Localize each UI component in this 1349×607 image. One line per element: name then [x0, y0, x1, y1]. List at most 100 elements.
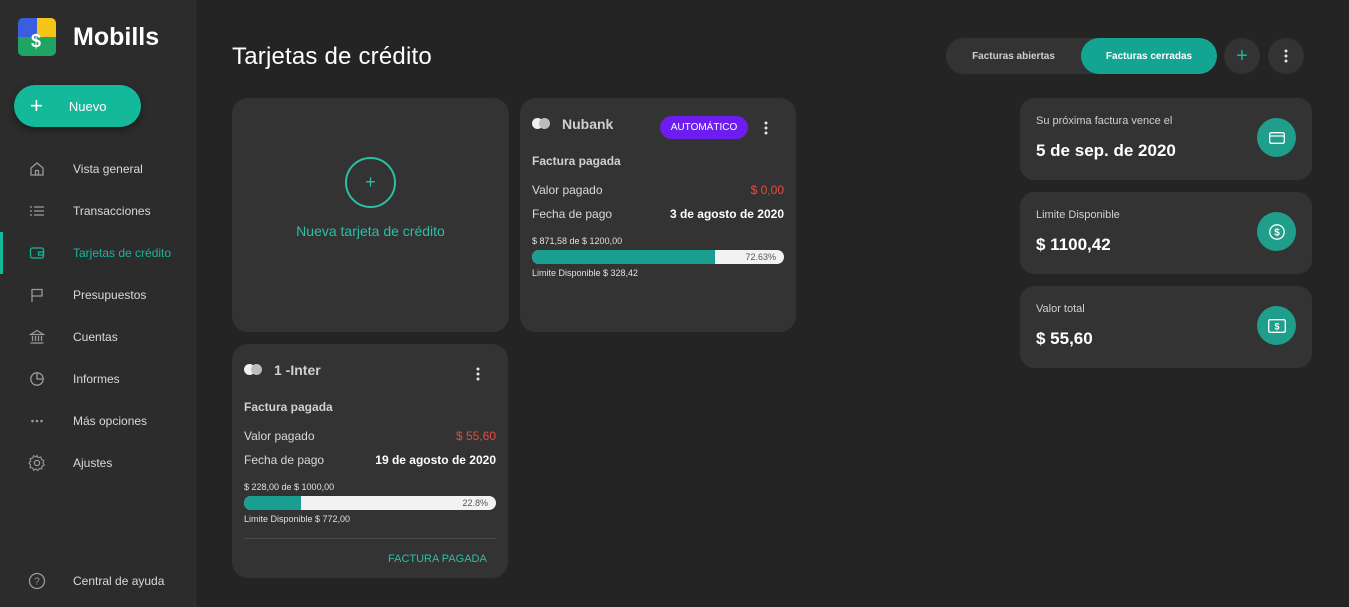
tab-facturas-cerradas[interactable]: Facturas cerradas	[1081, 38, 1217, 74]
gear-icon	[28, 454, 46, 472]
sidebar-item-central-de-ayuda[interactable]: ? Central de ayuda	[0, 560, 196, 602]
usage-progress-bar: 22.8%	[244, 496, 496, 510]
sidebar-item-label: Cuentas	[73, 330, 118, 344]
svg-text:?: ?	[34, 577, 40, 588]
sidebar-item-presupuestos[interactable]: Presupuestos	[0, 274, 196, 316]
sidebar-item-transacciones[interactable]: Transacciones	[0, 190, 196, 232]
mastercard-icon	[244, 364, 262, 376]
home-icon	[28, 160, 46, 178]
card-menu-button[interactable]	[756, 118, 776, 138]
sidebar-item-label: Transacciones	[73, 204, 151, 218]
card-name: Nubank	[562, 116, 614, 132]
more-vertical-icon	[476, 367, 480, 381]
credit-card-nubank[interactable]: Nubank AUTOMÁTICO Factura pagada Valor p…	[520, 98, 796, 332]
tile-label: Limite Disponible	[1036, 209, 1120, 221]
pie-chart-icon	[28, 370, 46, 388]
tab-facturas-abiertas[interactable]: Facturas abiertas	[946, 38, 1081, 74]
available-limit-tile: Limite Disponible $ 1100,42 $	[1020, 192, 1312, 274]
sidebar-item-label: Más opciones	[73, 414, 148, 428]
sidebar-item-informes[interactable]: Informes	[0, 358, 196, 400]
new-button[interactable]: + Nuevo	[14, 85, 141, 127]
tile-value: 5 de sep. de 2020	[1036, 141, 1176, 160]
sidebar-item-label: Central de ayuda	[73, 574, 165, 588]
sidebar-item-tarjetas-de-credito[interactable]: Tarjetas de crédito	[0, 232, 196, 274]
plus-icon: +	[1236, 44, 1248, 67]
coin-icon: $	[1257, 212, 1296, 251]
sidebar-item-ajustes[interactable]: Ajustes	[0, 442, 196, 484]
paid-value: $ 55,60	[455, 429, 496, 443]
new-button-label: Nuevo	[68, 98, 107, 114]
payment-date-value: 3 de agosto de 2020	[669, 207, 784, 221]
sidebar-item-cuentas[interactable]: Cuentas	[0, 316, 196, 358]
card-menu-button[interactable]	[468, 364, 488, 384]
payment-date-row: Fecha de pago 3 de agosto de 2020	[532, 207, 784, 221]
available-limit-text: Limite Disponible $ 328,42	[532, 268, 639, 278]
paid-value-label: Valor pagado	[532, 183, 603, 197]
card-name: 1 -Inter	[274, 362, 321, 378]
paid-value: $ 0,00	[750, 183, 784, 197]
tile-value: $ 55,60	[1036, 329, 1093, 348]
banknote-icon: $	[1257, 306, 1296, 345]
usage-percent: 22.8%	[462, 498, 488, 508]
tile-label: Su próxima factura vence el	[1036, 115, 1173, 127]
more-horizontal-icon	[28, 412, 46, 430]
mastercard-icon	[532, 118, 550, 130]
pay-invoice-link[interactable]: FACTURA PAGADA	[388, 553, 487, 565]
sidebar-item-label: Presupuestos	[73, 288, 147, 302]
available-limit-text: Limite Disponible $ 772,00	[244, 514, 351, 524]
invoice-status: Factura pagada	[244, 400, 333, 414]
bank-icon	[28, 328, 46, 346]
credit-card-icon	[1257, 118, 1296, 157]
svg-text:$: $	[1274, 227, 1280, 238]
flag-icon	[28, 286, 46, 304]
add-button[interactable]: +	[1224, 38, 1260, 74]
new-credit-card-label: Nueva tarjeta de crédito	[296, 223, 445, 239]
more-options-button[interactable]	[1268, 38, 1304, 74]
page-title: Tarjetas de crédito	[232, 43, 432, 70]
sidebar: $ Mobills + Nuevo Vista general Transacc…	[0, 0, 196, 607]
payment-date-label: Fecha de pago	[244, 453, 325, 467]
sidebar-item-label: Tarjetas de crédito	[73, 246, 172, 260]
usage-progress-fill	[532, 250, 716, 264]
app-root: $ Mobills + Nuevo Vista general Transacc…	[0, 0, 1349, 607]
usage-percent: 72.63%	[745, 252, 776, 262]
sidebar-item-label: Informes	[73, 372, 120, 386]
tile-label: Valor total	[1036, 303, 1085, 315]
card-header: 1 -Inter	[244, 362, 321, 378]
more-vertical-icon	[764, 121, 768, 135]
payment-date-label: Fecha de pago	[532, 207, 613, 221]
sidebar-item-vista-general[interactable]: Vista general	[0, 148, 196, 190]
usage-text: $ 871,58 de $ 1200,00	[532, 236, 623, 246]
paid-value-row: Valor pagado $ 55,60	[244, 429, 496, 443]
payment-date-row: Fecha de pago 19 de agosto de 2020	[244, 453, 496, 467]
app-logo[interactable]: $ Mobills	[18, 18, 159, 56]
invoice-filter-tabs: Facturas abiertas Facturas cerradas	[946, 38, 1217, 74]
mobills-logo-icon: $	[18, 18, 56, 56]
automatic-badge: AUTOMÁTICO	[660, 116, 748, 139]
more-vertical-icon	[1284, 49, 1288, 63]
paid-value-label: Valor pagado	[244, 429, 315, 443]
total-value-tile: Valor total $ 55,60 $	[1020, 286, 1312, 368]
usage-text: $ 228,00 de $ 1000,00	[244, 482, 335, 492]
plus-circle-icon: +	[345, 157, 396, 208]
sidebar-item-label: Ajustes	[73, 456, 113, 470]
usage-progress-fill	[244, 496, 302, 510]
wallet-icon	[28, 244, 46, 262]
next-invoice-tile: Su próxima factura vence el 5 de sep. de…	[1020, 98, 1312, 180]
sidebar-item-mas-opciones[interactable]: Más opciones	[0, 400, 196, 442]
divider	[244, 538, 496, 539]
list-icon	[28, 202, 46, 220]
usage-progress-bar: 72.63%	[532, 250, 784, 264]
sidebar-item-label: Vista general	[73, 162, 143, 176]
invoice-status: Factura pagada	[532, 154, 621, 168]
svg-text:$: $	[1274, 321, 1279, 331]
help-icon: ?	[28, 572, 46, 590]
new-credit-card-tile[interactable]: + Nueva tarjeta de crédito	[232, 98, 509, 332]
paid-value-row: Valor pagado $ 0,00	[532, 183, 784, 197]
plus-icon: +	[30, 93, 43, 118]
credit-card-inter[interactable]: 1 -Inter Factura pagada Valor pagado $ 5…	[232, 344, 508, 578]
tile-value: $ 1100,42	[1036, 235, 1111, 254]
card-header: Nubank	[532, 116, 613, 132]
payment-date-value: 19 de agosto de 2020	[375, 453, 496, 467]
app-name: Mobills	[73, 22, 160, 51]
